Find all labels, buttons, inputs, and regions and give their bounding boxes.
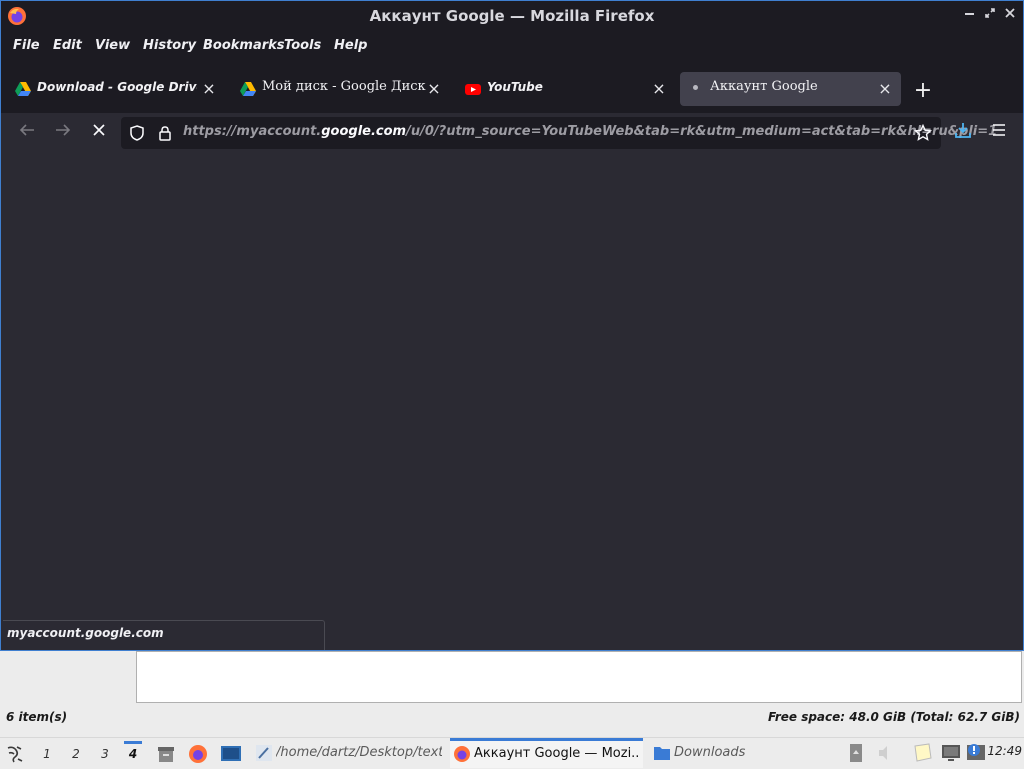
stop-icon[interactable]: [87, 121, 111, 145]
start-menu-icon[interactable]: [5, 744, 25, 764]
tab-close-icon[interactable]: ×: [426, 81, 442, 97]
new-tab-button[interactable]: +: [911, 80, 935, 104]
workspace-4[interactable]: 4: [124, 741, 142, 764]
tab-label: Мой диск - Google Диск: [262, 79, 426, 94]
shield-icon[interactable]: [129, 125, 145, 141]
file-manager-window: 6 item(s) Free space: 48.0 GiB (Total: 6…: [0, 651, 1024, 739]
notification-icon[interactable]: [966, 742, 986, 764]
task-label: Downloads: [674, 745, 746, 760]
url-path: /u/0/?utm_source=YouTubeWeb&tab=rk&utm_m…: [406, 124, 998, 139]
menu-file[interactable]: File: [13, 38, 40, 53]
menu-hamburger-icon[interactable]: [987, 121, 1011, 145]
tab-label: Аккаунт Google: [710, 79, 818, 94]
firefox-icon: [454, 746, 470, 762]
menu-edit[interactable]: Edit: [53, 38, 82, 53]
firefox-launcher-icon[interactable]: [188, 744, 208, 764]
firefox-window: Аккаунт Google — Mozilla Firefox File Ed…: [0, 0, 1024, 651]
taskbar: 1 2 3 4 /home/dartz/Desktop/text Аккаунт…: [0, 737, 1024, 769]
navigation-toolbar: https://myaccount.google.com/u/0/?utm_so…: [1, 113, 1023, 153]
google-drive-icon: [240, 82, 256, 96]
menu-bookmarks[interactable]: Bookmarks: [203, 38, 285, 53]
tab-download-google-drive[interactable]: Download - Google Drive ×: [5, 72, 225, 106]
tab-moi-disk[interactable]: Мой диск - Google Диск ×: [230, 72, 450, 106]
loading-icon: [693, 85, 698, 90]
url-bar[interactable]: https://myaccount.google.com/u/0/?utm_so…: [121, 117, 997, 149]
task-label: Аккаунт Google — Mozi...: [474, 746, 640, 761]
menu-bar: File Edit View History Bookmarks Tools H…: [1, 31, 1023, 61]
bookmark-star-icon[interactable]: [914, 124, 932, 142]
tab-close-icon[interactable]: ×: [651, 81, 667, 97]
status-tooltip: myaccount.google.com: [3, 620, 325, 650]
back-icon[interactable]: [15, 121, 39, 145]
forward-icon[interactable]: [51, 121, 75, 145]
url-text[interactable]: https://myaccount.google.com/u/0/?utm_so…: [183, 124, 997, 139]
file-manager-launcher-icon[interactable]: [156, 744, 176, 764]
tab-youtube[interactable]: YouTube ×: [455, 72, 675, 106]
tab-label: YouTube: [487, 80, 543, 94]
tab-close-icon[interactable]: ×: [201, 81, 217, 97]
url-prefix: https://myaccount.: [183, 124, 322, 139]
minimize-icon[interactable]: [961, 7, 979, 25]
menu-help[interactable]: Help: [334, 38, 367, 53]
clock[interactable]: 12:49: [987, 744, 1022, 758]
folder-icon: [654, 747, 670, 760]
url-host: google.com: [321, 124, 407, 139]
show-desktop-icon[interactable]: [849, 743, 863, 763]
text-editor-icon: [256, 745, 272, 761]
task-label: /home/dartz/Desktop/text: [276, 745, 442, 760]
tab-close-icon[interactable]: ×: [877, 81, 893, 97]
tab-bar: Download - Google Drive × Мой диск - Goo…: [1, 65, 1023, 113]
title-bar[interactable]: Аккаунт Google — Mozilla Firefox: [1, 1, 1023, 31]
items-count: 6 item(s): [6, 710, 68, 724]
google-drive-icon: [15, 82, 31, 96]
page-content[interactable]: [1, 153, 1023, 650]
network-icon[interactable]: [941, 743, 961, 763]
file-list-area[interactable]: [136, 651, 1022, 703]
volume-icon[interactable]: [877, 745, 895, 761]
tab-label: Download - Google Drive: [37, 80, 197, 94]
youtube-icon: [465, 84, 481, 95]
task-text-editor[interactable]: /home/dartz/Desktop/text: [252, 740, 442, 767]
lock-icon[interactable]: [158, 125, 172, 141]
menu-view[interactable]: View: [95, 38, 130, 53]
terminal-launcher-icon[interactable]: [220, 744, 242, 764]
notes-icon[interactable]: [913, 743, 935, 763]
restore-icon[interactable]: [981, 7, 999, 25]
workspace-2[interactable]: 2: [67, 744, 85, 764]
status-url: myaccount.google.com: [7, 626, 164, 640]
downloads-icon[interactable]: [951, 121, 975, 145]
close-icon[interactable]: [1001, 7, 1019, 25]
menu-tools[interactable]: Tools: [284, 38, 321, 53]
task-downloads[interactable]: Downloads: [650, 740, 840, 767]
menu-history[interactable]: History: [143, 38, 196, 53]
workspace-3[interactable]: 3: [96, 744, 114, 764]
free-space: Free space: 48.0 GiB (Total: 62.7 GiB): [767, 710, 1020, 724]
workspace-1[interactable]: 1: [38, 744, 56, 764]
task-firefox[interactable]: Аккаунт Google — Mozi...: [450, 738, 643, 768]
window-title: Аккаунт Google — Mozilla Firefox: [369, 7, 655, 25]
tab-google-account[interactable]: Аккаунт Google ×: [680, 72, 901, 106]
